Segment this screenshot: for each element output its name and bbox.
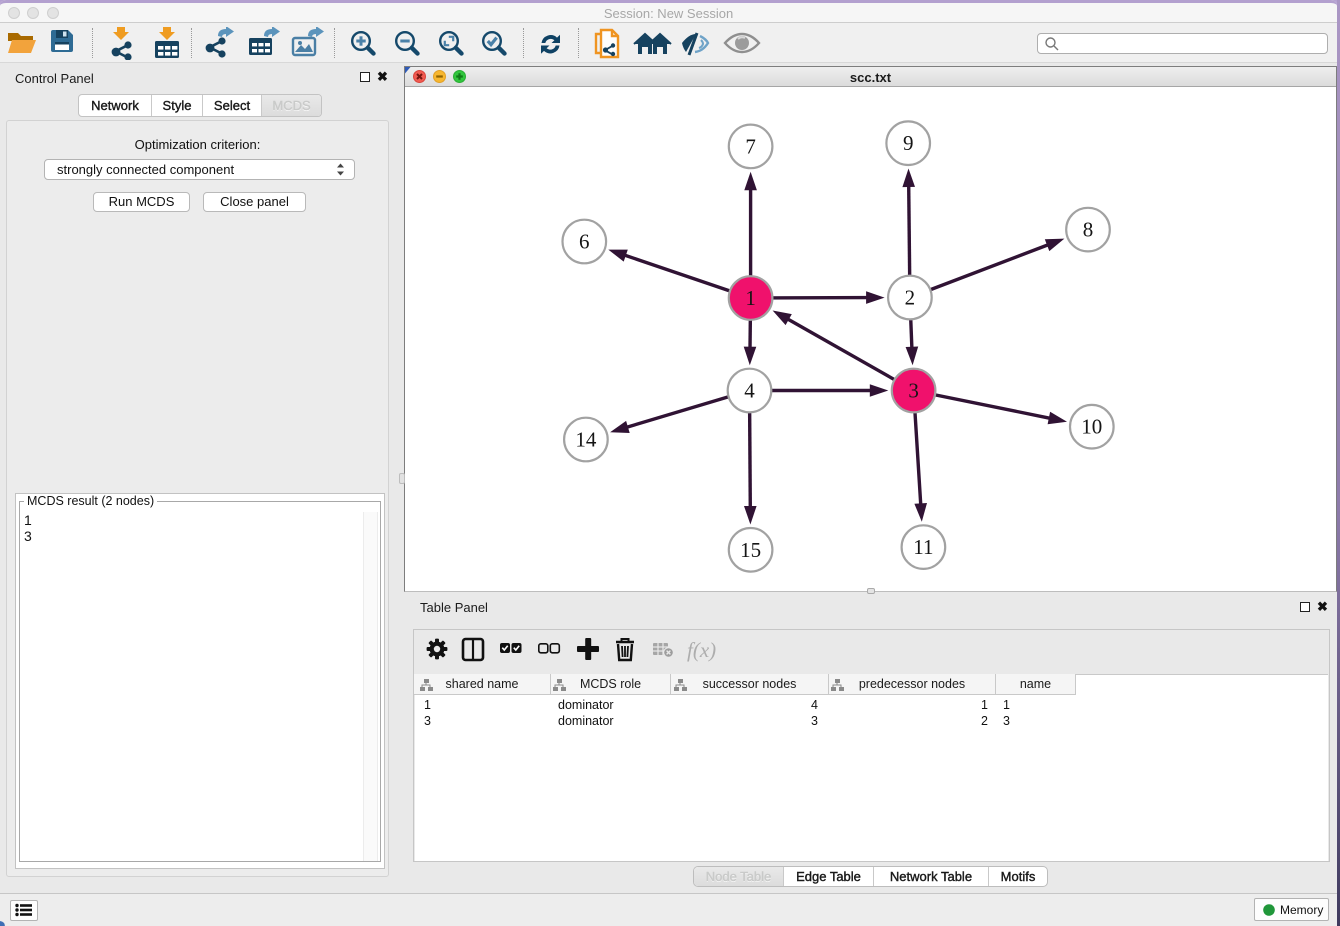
svg-text:2: 2 <box>905 286 916 310</box>
svg-text:3: 3 <box>908 379 919 403</box>
svg-text:10: 10 <box>1081 415 1102 439</box>
svg-text:15: 15 <box>740 538 761 562</box>
svg-text:11: 11 <box>913 535 933 559</box>
svg-text:6: 6 <box>579 230 590 254</box>
svg-text:7: 7 <box>745 134 756 158</box>
svg-text:8: 8 <box>1083 218 1094 242</box>
svg-text:9: 9 <box>903 131 914 155</box>
svg-text:4: 4 <box>744 379 755 403</box>
svg-text:f(x): f(x) <box>687 638 716 662</box>
svg-text:14: 14 <box>575 428 597 452</box>
svg-text:1: 1 <box>745 286 756 310</box>
